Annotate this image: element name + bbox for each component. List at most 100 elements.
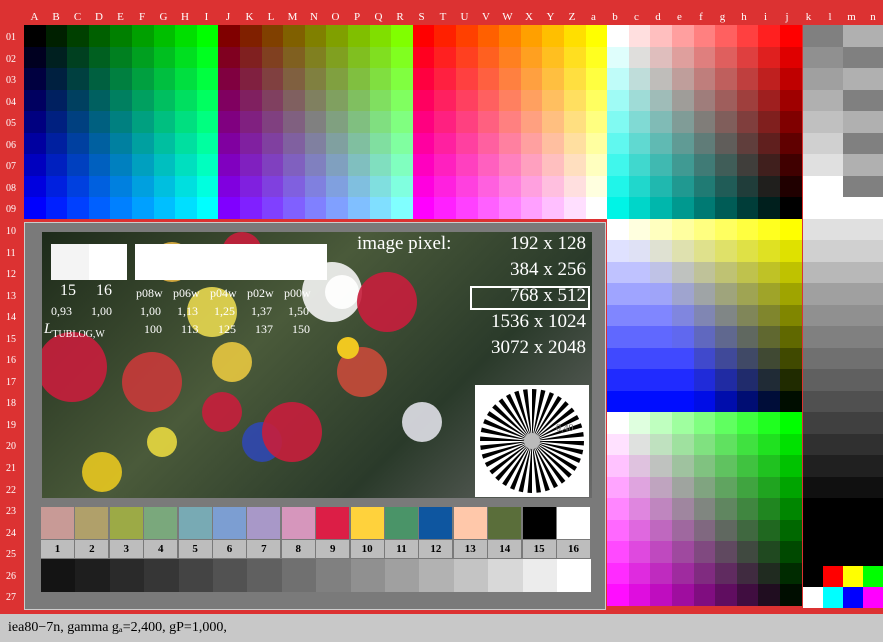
- patch-number: 10: [351, 540, 384, 558]
- tublog-value: 150: [292, 322, 310, 336]
- grid-cell: [456, 111, 478, 133]
- grid-cell: [110, 68, 132, 90]
- row-label: 19: [6, 415, 24, 436]
- grid-cell: [391, 133, 413, 155]
- grid-cell: [737, 262, 759, 284]
- color-patch: [282, 507, 315, 539]
- grid-cell: [650, 326, 672, 348]
- grid-cell: [456, 133, 478, 155]
- grid-cell: [434, 111, 456, 133]
- grid-cell: [737, 391, 759, 413]
- grid-cell: [780, 541, 802, 563]
- column-label: P: [347, 11, 368, 24]
- grid-cell: [629, 369, 651, 391]
- grid-cell: [521, 68, 543, 90]
- grid-cell: [607, 154, 629, 176]
- patch-number: 14: [488, 540, 521, 558]
- grid-cell: [650, 47, 672, 69]
- grid-cell: [694, 326, 716, 348]
- grid-cell: [499, 25, 521, 47]
- grid-cell: [499, 90, 521, 112]
- grid-cell: [650, 563, 672, 585]
- gray-cell: [803, 326, 843, 348]
- grid-cell: [715, 197, 737, 219]
- column-label: g: [712, 11, 733, 24]
- size-value: 384 x 256: [460, 258, 586, 282]
- grid-cell: [650, 391, 672, 413]
- color-patch: [523, 507, 556, 539]
- grid-cell: [672, 219, 694, 241]
- gray-step: [316, 559, 350, 592]
- row-label: 07: [6, 156, 24, 177]
- grid-cell: [370, 176, 392, 198]
- flower-blob: [325, 275, 359, 309]
- grid-cell: [607, 412, 629, 434]
- grid-cell: [542, 111, 564, 133]
- grid-cell: [607, 176, 629, 198]
- grid-cell: [564, 133, 586, 155]
- grid-cell: [694, 477, 716, 499]
- gray-cell: [803, 219, 843, 241]
- grid-cell: [326, 90, 348, 112]
- grid-cell: [758, 305, 780, 327]
- gray-cell: [803, 391, 843, 413]
- grid-cell: [434, 90, 456, 112]
- tublog-val-2: 1,00: [91, 304, 112, 318]
- grid-cell: [478, 197, 500, 219]
- gray-cell: [843, 498, 883, 520]
- grid-cell: [737, 520, 759, 542]
- patch-number: 7: [247, 540, 280, 558]
- grid-cell: [758, 563, 780, 585]
- grid-cell: [67, 68, 89, 90]
- grid-cell: [672, 520, 694, 542]
- grid-cell: [694, 283, 716, 305]
- grid-cell: [110, 47, 132, 69]
- grid-cell: [110, 133, 132, 155]
- flower-blob: [402, 402, 442, 442]
- grid-cell: [758, 25, 780, 47]
- grid-cell: [607, 133, 629, 155]
- grid-cell: [780, 348, 802, 370]
- grid-cell: [542, 197, 564, 219]
- grid-cell: [715, 498, 737, 520]
- grid-cell: [521, 197, 543, 219]
- grid-cell: [542, 68, 564, 90]
- grid-cell: [672, 197, 694, 219]
- corner-swatch: [823, 566, 843, 587]
- column-label: D: [89, 11, 110, 24]
- grid-cell: [758, 455, 780, 477]
- star-center: [524, 433, 540, 449]
- grid-cell: [780, 219, 802, 241]
- gray-step: [144, 559, 178, 592]
- grid-cell: [326, 154, 348, 176]
- test-chart-frame: ABCDEFGHIJKLMNOPQRSTUVWXYZabcdefghijklmn…: [0, 0, 883, 640]
- grid-cell: [607, 219, 629, 241]
- grid-cell: [110, 25, 132, 47]
- grid-cell: [521, 25, 543, 47]
- column-label: V: [476, 11, 497, 24]
- grid-cell: [305, 133, 327, 155]
- grid-cell: [24, 47, 46, 69]
- grid-cell: [672, 68, 694, 90]
- grid-cell: [348, 111, 370, 133]
- grid-cell: [370, 68, 392, 90]
- gray-step: [179, 559, 213, 592]
- grid-cell: [758, 262, 780, 284]
- grid-cell: [672, 47, 694, 69]
- grid-cell: [780, 68, 802, 90]
- gray-step: [488, 559, 522, 592]
- grid-cell: [629, 477, 651, 499]
- grid-cell: [780, 369, 802, 391]
- gray-cell: [803, 25, 843, 47]
- grid-cell: [758, 520, 780, 542]
- row-label: 24: [6, 523, 24, 544]
- grid-cell: [780, 520, 802, 542]
- grid-cell: [629, 176, 651, 198]
- grid-cell: [305, 176, 327, 198]
- column-label: G: [153, 11, 174, 24]
- grid-cell: [715, 133, 737, 155]
- grid-cell: [629, 326, 651, 348]
- grid-cell: [499, 47, 521, 69]
- grid-cell: [780, 262, 802, 284]
- grid-cell: [758, 197, 780, 219]
